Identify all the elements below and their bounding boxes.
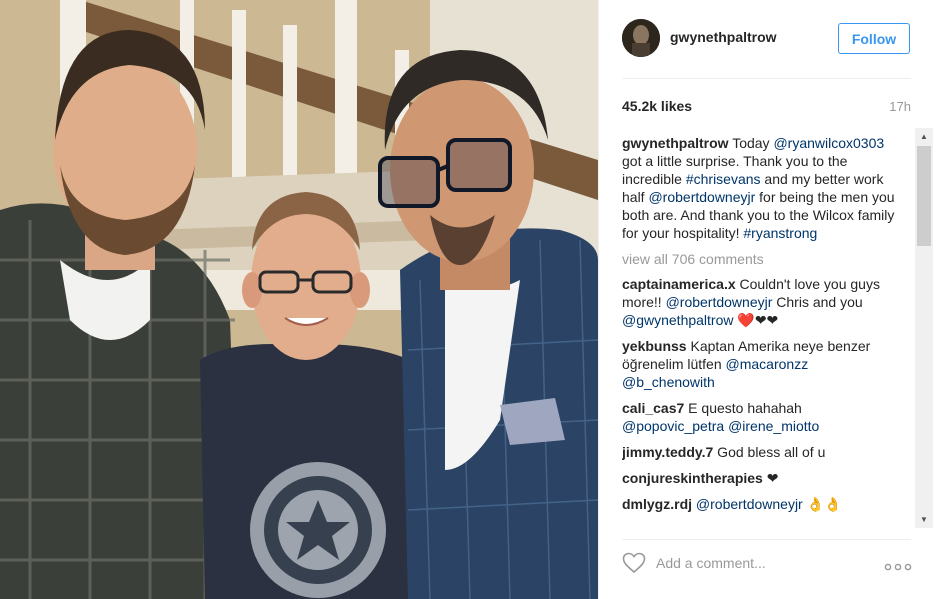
add-comment-input[interactable] [656, 553, 876, 573]
mention-link[interactable]: @robertdowneyjr [666, 294, 773, 310]
caption-username[interactable]: gwynethpaltrow [622, 135, 729, 151]
comment-username[interactable]: dmlygz.rdj [622, 496, 692, 512]
mention-link[interactable]: @ryanwilcox0303 [773, 135, 884, 151]
post-photo[interactable] [0, 0, 598, 599]
comment-item: dmlygz.rdj @robertdowneyjr 👌👌 [622, 495, 897, 513]
scroll-up-arrow-icon[interactable]: ▲ [915, 128, 933, 145]
comment-text: God bless all of u [713, 444, 826, 460]
hashtag-link[interactable]: #chrisevans [686, 171, 761, 187]
comment-text: 👌👌 [802, 496, 842, 512]
scroll-down-arrow-icon[interactable]: ▼ [915, 511, 933, 528]
post-header: gwynethpaltrow Follow [599, 0, 936, 78]
post-sidebar: gwynethpaltrow Follow 45.2k likes 17h gw… [598, 0, 936, 599]
comment-item: cali_cas7 E questo hahahah @popovic_petr… [622, 399, 897, 435]
avatar[interactable] [622, 19, 660, 57]
comment-item: yekbunss Kaptan Amerika neye benzer öğre… [622, 337, 897, 391]
comment-username[interactable]: yekbunss [622, 338, 687, 354]
mention-link[interactable]: @irene_miotto [728, 418, 819, 434]
comments-scrollbar[interactable]: ▲ ▼ [915, 128, 933, 528]
hashtag-link[interactable]: #ryanstrong [743, 225, 817, 241]
mention-link[interactable]: @robertdowneyjr [648, 189, 755, 205]
comment-thread: captainamerica.x Couldn't love you guys … [622, 275, 897, 513]
mention-link[interactable]: @macaronzz [726, 356, 809, 372]
divider [622, 78, 911, 79]
comment-username[interactable]: captainamerica.x [622, 276, 736, 292]
comment-text: ❤ [762, 470, 779, 486]
more-options-icon[interactable] [884, 559, 912, 571]
mention-link[interactable]: @b_chenowith [622, 374, 715, 390]
mention-link[interactable]: @popovic_petra [622, 418, 724, 434]
comment-username[interactable]: conjureskintherapies [622, 470, 763, 486]
comment-text: ❤️❤❤ [733, 312, 779, 328]
comment-text: Chris and you [772, 294, 863, 310]
comment-item: jimmy.teddy.7 God bless all of u [622, 443, 897, 461]
mention-link[interactable]: @robertdowneyjr [696, 496, 803, 512]
comment-username[interactable]: cali_cas7 [622, 400, 684, 416]
post-time[interactable]: 17h [889, 99, 911, 114]
comments-list: gwynethpaltrow Today @ryanwilcox0303 got… [622, 134, 897, 526]
follow-button[interactable]: Follow [838, 23, 910, 54]
view-all-comments-link[interactable]: view all 706 comments [622, 250, 897, 268]
comment-item: conjureskintherapies ❤ [622, 469, 897, 487]
likes-count[interactable]: 45.2k likes [622, 98, 692, 114]
scrollbar-thumb[interactable] [917, 146, 931, 246]
post-stats: 45.2k likes 17h [622, 98, 911, 116]
divider [622, 539, 911, 540]
caption: gwynethpaltrow Today @ryanwilcox0303 got… [622, 134, 897, 242]
comment-text: E questo hahahah [684, 400, 802, 416]
mention-link[interactable]: @gwynethpaltrow [622, 312, 734, 328]
username[interactable]: gwynethpaltrow [670, 29, 777, 45]
heart-icon[interactable] [622, 552, 646, 574]
comment-username[interactable]: jimmy.teddy.7 [622, 444, 713, 460]
comment-item: captainamerica.x Couldn't love you guys … [622, 275, 897, 329]
comment-text: Today [728, 135, 774, 151]
